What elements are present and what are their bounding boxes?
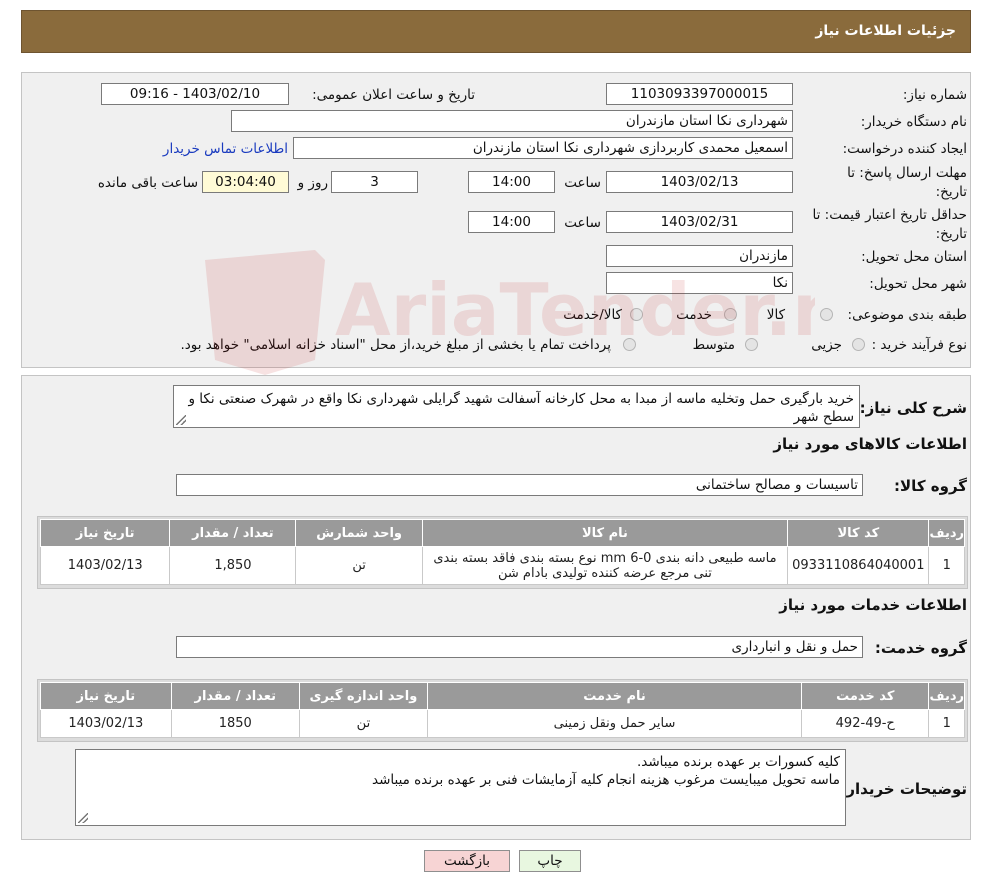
buyer-notes-line-2: ماسه تحویل میبایست مرغوب هزینه انجام کلی…	[372, 772, 840, 788]
province-field: مازندران	[606, 245, 793, 267]
summary-text: خرید بارگیری حمل وتخلیه ماسه از مبدا به …	[188, 391, 854, 425]
service-group-field: حمل و نقل و انبارداری	[176, 636, 863, 658]
services-cell-code: ح-49-492	[801, 709, 930, 738]
category-goods-service-radio[interactable]	[630, 308, 643, 321]
back-button[interactable]: بازگشت	[424, 850, 510, 872]
remaining-days-field: 3	[331, 171, 418, 193]
resize-handle-icon[interactable]	[176, 415, 186, 425]
goods-cell-name: ماسه طبیعی دانه بندی mm 6-0 نوع بسته بند…	[421, 546, 789, 585]
remaining-label: ساعت باقی مانده	[97, 175, 198, 191]
goods-col-unit: واحد شمارش	[295, 519, 423, 547]
services-cell-name: سایر حمل ونقل زمینی	[427, 709, 803, 738]
goods-table-header: ردیف کد کالا نام کالا واحد شمارش تعداد /…	[39, 519, 965, 547]
buyer-org-field: شهرداری نکا استان مازندران	[231, 110, 793, 132]
services-cell-date: 1403/02/13	[40, 709, 172, 738]
table-row: 1 ح-49-492 سایر حمل ونقل زمینی تن 1850 1…	[40, 709, 965, 738]
services-cell-unit: تن	[298, 709, 429, 738]
services-cell-row: 1	[928, 709, 965, 738]
services-table: ردیف کد خدمت نام خدمت واحد اندازه گیری ت…	[40, 682, 965, 738]
services-section-title: اطلاعات خدمات مورد نیاز	[779, 596, 967, 614]
validity-date-field: 1403/02/31	[606, 211, 793, 233]
process-medium-radio[interactable]	[745, 338, 758, 351]
services-col-row: ردیف	[928, 682, 965, 710]
need-number-label: شماره نیاز:	[902, 87, 967, 103]
services-col-unit: واحد اندازه گیری	[298, 682, 429, 710]
category-service-radio[interactable]	[724, 308, 737, 321]
services-col-date: تاریخ نیاز	[40, 682, 172, 710]
table-row: 1 0933110864040001 ماسه طبیعی دانه بندی …	[39, 546, 965, 585]
deadline-label: مهلت ارسال پاسخ: تا	[847, 165, 967, 181]
need-number-field: 1103093397000015	[606, 83, 793, 105]
deadline-label-date: تاریخ:	[935, 184, 967, 200]
buyer-notes-line-1: کلیه کسورات بر عهده برنده میباشد.	[636, 754, 840, 770]
services-col-name: نام خدمت	[427, 682, 803, 710]
summary-field: خرید بارگیری حمل وتخلیه ماسه از مبدا به …	[173, 385, 860, 428]
validity-label: حداقل تاریخ اعتبار قیمت: تا	[812, 207, 967, 223]
category-service-label: خدمت	[676, 307, 712, 323]
goods-section-title: اطلاعات کالاهای مورد نیاز	[773, 435, 967, 453]
goods-cell-code: 0933110864040001	[787, 546, 930, 585]
category-label: طبقه بندی موضوعی:	[847, 307, 967, 323]
process-minor-radio[interactable]	[852, 338, 865, 351]
validity-time-field: 14:00	[468, 211, 555, 233]
creator-label: ایجاد کننده درخواست:	[842, 141, 967, 157]
process-medium-label: متوسط	[692, 337, 735, 353]
category-goods-label: کالا	[766, 307, 785, 323]
city-label: شهر محل تحویل:	[869, 276, 967, 292]
category-goods-radio[interactable]	[820, 308, 833, 321]
deadline-time-label: ساعت	[564, 175, 601, 191]
page-header: جزئیات اطلاعات نیاز	[21, 10, 971, 53]
announce-field: 1403/02/10 - 09:16	[101, 83, 289, 105]
services-table-header: ردیف کد خدمت نام خدمت واحد اندازه گیری ت…	[40, 682, 965, 710]
province-label: استان محل تحویل:	[861, 249, 967, 265]
services-cell-qty: 1850	[170, 709, 300, 738]
remaining-time-field: 03:04:40	[202, 171, 289, 193]
deadline-date-field: 1403/02/13	[606, 171, 793, 193]
goods-col-name: نام کالا	[421, 519, 789, 547]
goods-col-qty: تعداد / مقدار	[169, 519, 297, 547]
process-minor-label: جزیی	[811, 337, 842, 353]
summary-label: شرح کلی نیاز:	[859, 399, 967, 417]
process-note: پرداخت تمام یا بخشی از مبلغ خرید،از محل …	[180, 337, 611, 353]
print-button[interactable]: چاپ	[519, 850, 581, 872]
validity-time-label: ساعت	[564, 215, 601, 231]
process-treasury-checkbox[interactable]	[623, 338, 636, 351]
goods-col-row: ردیف	[928, 519, 965, 547]
resize-handle-icon[interactable]	[78, 813, 88, 823]
goods-group-field: تاسیسات و مصالح ساختمانی	[176, 474, 863, 496]
page-title: جزئیات اطلاعات نیاز	[815, 23, 956, 39]
goods-table: ردیف کد کالا نام کالا واحد شمارش تعداد /…	[39, 519, 965, 585]
goods-col-date: تاریخ نیاز	[39, 519, 171, 547]
services-col-code: کد خدمت	[801, 682, 930, 710]
goods-col-code: کد کالا	[787, 519, 930, 547]
buyer-notes-field: کلیه کسورات بر عهده برنده میباشد. ماسه ت…	[75, 749, 846, 826]
city-field: نکا	[606, 272, 793, 294]
services-col-qty: تعداد / مقدار	[170, 682, 300, 710]
creator-field: اسمعیل محمدی کاربردازی شهرداری نکا استان…	[293, 137, 793, 159]
category-goods-service-label: کالا/خدمت	[563, 307, 622, 323]
service-group-label: گروه خدمت:	[874, 639, 967, 657]
goods-group-label: گروه کالا:	[894, 477, 967, 495]
buyer-org-label: نام دستگاه خریدار:	[860, 114, 967, 130]
goods-cell-unit: تن	[295, 546, 423, 585]
process-label: نوع فرآیند خرید :	[871, 337, 967, 353]
buyer-notes-label: توضیحات خریدار:	[840, 780, 967, 798]
goods-cell-row: 1	[928, 546, 965, 585]
goods-cell-qty: 1,850	[169, 546, 297, 585]
announce-label: تاریخ و ساعت اعلان عمومی:	[312, 87, 475, 103]
deadline-time-field: 14:00	[468, 171, 555, 193]
days-and-label: روز و	[297, 175, 328, 191]
validity-label-date: تاریخ:	[935, 226, 967, 242]
buyer-contact-link[interactable]: اطلاعات تماس خریدار	[163, 141, 288, 157]
goods-cell-date: 1403/02/13	[39, 546, 171, 585]
